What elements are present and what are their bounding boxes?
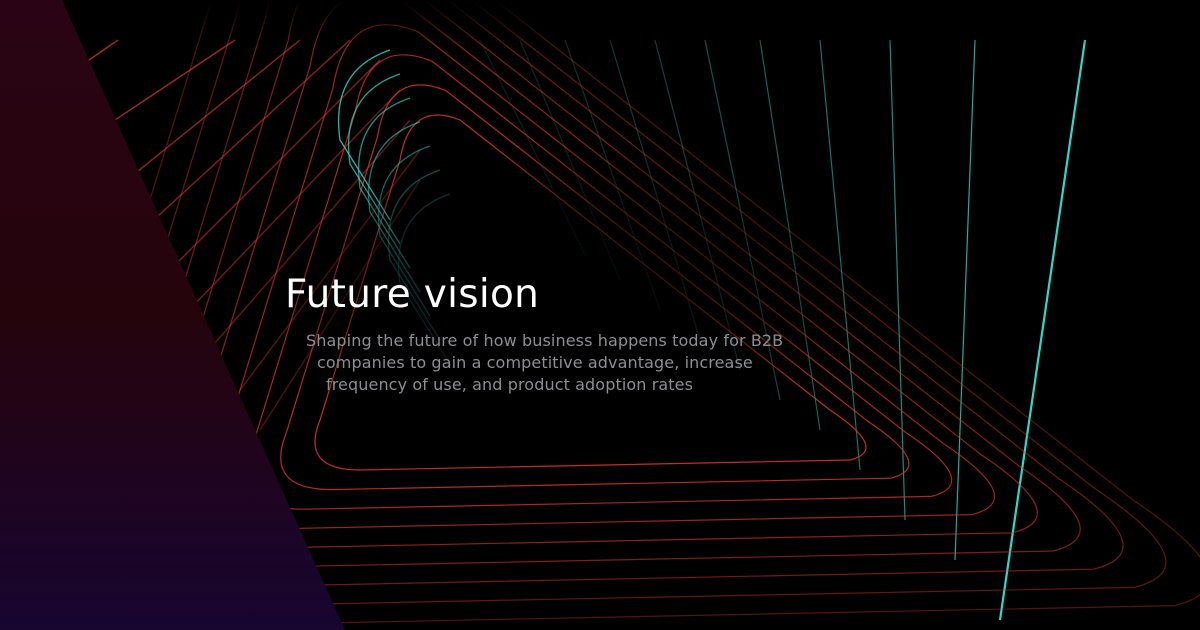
- subtitle-line-3: frequency of use, and product adoption r…: [326, 375, 694, 394]
- top-fade: [0, 0, 1200, 46]
- page-subtitle: Shaping the future of how business happe…: [306, 330, 783, 396]
- subtitle-line-1: Shaping the future of how business happe…: [306, 331, 784, 350]
- background-art: [0, 0, 1200, 630]
- subtitle-line-2: companies to gain a competitive advantag…: [317, 353, 753, 372]
- page-title: Future vision: [285, 272, 540, 317]
